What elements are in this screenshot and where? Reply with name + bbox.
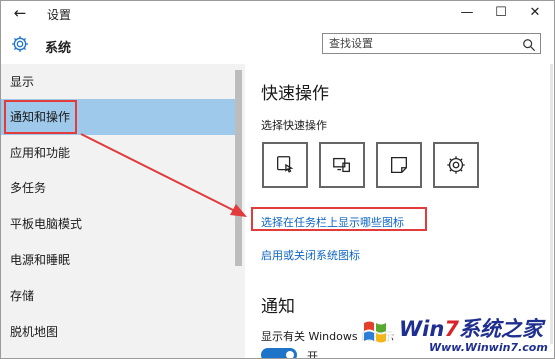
note-icon: [391, 157, 407, 173]
back-button[interactable]: ←: [9, 3, 31, 23]
windows-tips-toggle[interactable]: [261, 348, 297, 358]
sidebar-item-apps-features[interactable]: 应用和功能: [1, 135, 235, 171]
sidebar-item-tablet-mode[interactable]: 平板电脑模式: [1, 206, 235, 242]
notifications-heading: 通知: [261, 297, 295, 317]
toggle-state-label: 开: [307, 350, 318, 359]
search-input[interactable]: [329, 36, 509, 51]
sidebar-scrollbar[interactable]: [235, 70, 242, 266]
main-content: 快速操作 选择快速操作 选择在任务栏上显示哪些图标 启用或关闭系统图标 通知 显…: [245, 64, 554, 359]
tablet-mode-icon: [277, 156, 294, 173]
title-bar: ← 设置 — ☐ ✕: [1, 1, 554, 27]
close-button[interactable]: ✕: [518, 1, 552, 25]
quick-actions-heading: 快速操作: [261, 84, 329, 104]
sidebar-item-power-sleep[interactable]: 电源和睡眠: [1, 242, 235, 278]
quick-actions-subtitle: 选择快速操作: [261, 119, 327, 132]
taskbar-icons-link[interactable]: 选择在任务栏上显示哪些图标: [261, 214, 404, 230]
quick-action-project[interactable]: [319, 142, 365, 188]
quick-action-note[interactable]: [376, 142, 422, 188]
minimize-button[interactable]: —: [450, 1, 484, 25]
sidebar: 显示 通知和操作 应用和功能 多任务 平板电脑模式 电源和睡眠 存储 脱机地图: [1, 64, 245, 358]
maximize-button[interactable]: ☐: [484, 1, 518, 25]
sidebar-item-display[interactable]: 显示: [1, 64, 235, 100]
search-icon[interactable]: [522, 37, 536, 52]
sidebar-item-offline-maps[interactable]: 脱机地图: [1, 314, 235, 350]
sidebar-item-notifications-actions[interactable]: 通知和操作: [1, 99, 235, 135]
quick-action-tablet-mode[interactable]: [262, 142, 308, 188]
gear-icon: [10, 34, 30, 54]
quick-action-settings[interactable]: [433, 142, 479, 188]
settings-window: ← 设置 — ☐ ✕ 系统 显示 通知和操作 应用和功能 多任务 平板电脑模式 …: [0, 0, 555, 359]
sidebar-item-storage[interactable]: 存储: [1, 278, 235, 314]
toggle-knob: [286, 351, 294, 358]
search-box[interactable]: [322, 33, 541, 54]
content-scrollbar[interactable]: [550, 64, 553, 344]
window-title: 设置: [47, 8, 72, 22]
system-icons-link[interactable]: 启用或关闭系统图标: [261, 247, 360, 263]
page-title: 系统: [45, 41, 72, 56]
settings-gear-icon: [447, 156, 465, 174]
project-icon: [333, 157, 350, 173]
windows-tips-label: 显示有关 Windows 的提示: [261, 330, 395, 343]
sidebar-item-multitasking[interactable]: 多任务: [1, 170, 235, 206]
